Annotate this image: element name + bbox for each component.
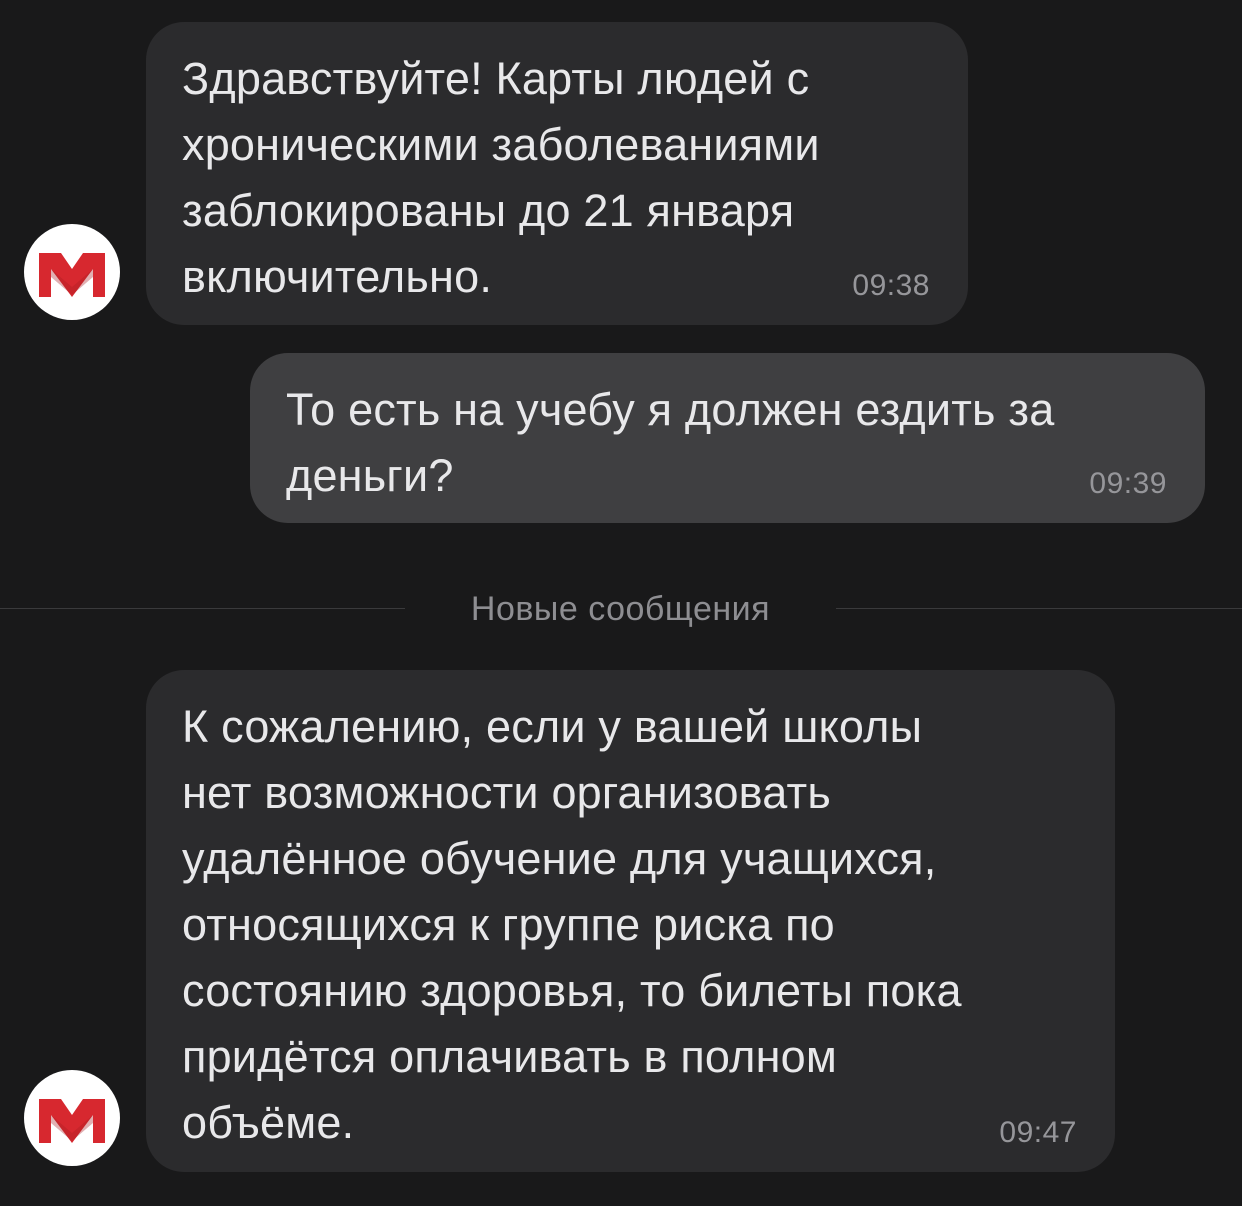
message-bubble-incoming[interactable]: Здравствуйте! Карты людей с хроническими…: [146, 22, 968, 325]
message-bubble-incoming[interactable]: К сожалению, если у вашей школы нет возм…: [146, 670, 1115, 1172]
message-timestamp: 09:38: [852, 269, 930, 302]
new-messages-divider: Новые сообщения: [0, 589, 1242, 629]
sender-avatar[interactable]: [24, 224, 120, 320]
metro-logo-icon: [39, 1099, 105, 1143]
message-text: То есть на учебу я должен ездить за день…: [286, 384, 1055, 501]
message-text: Здравствуйте! Карты людей с хроническими…: [182, 53, 820, 302]
message-timestamp: 09:47: [999, 1116, 1077, 1149]
divider-line: [836, 608, 1242, 609]
divider-label: Новые сообщения: [470, 590, 771, 628]
message-timestamp: 09:39: [1089, 467, 1167, 500]
divider-line: [0, 608, 405, 609]
message-text: К сожалению, если у вашей школы нет возм…: [182, 701, 962, 1148]
sender-avatar[interactable]: [24, 1070, 120, 1166]
metro-logo-icon: [39, 253, 105, 297]
message-bubble-outgoing[interactable]: То есть на учебу я должен ездить за день…: [250, 353, 1205, 523]
